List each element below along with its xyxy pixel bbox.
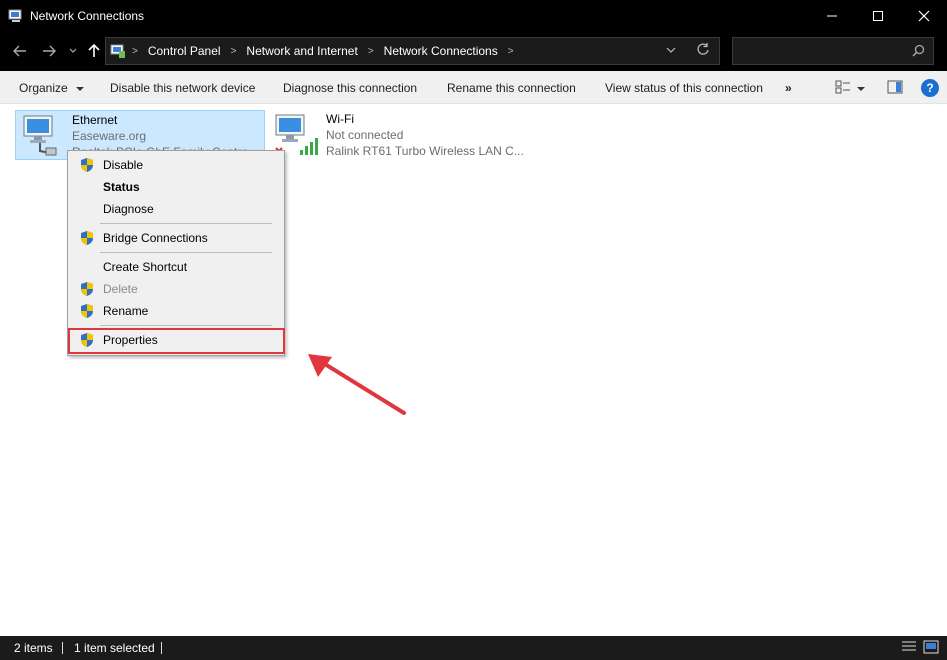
connection-device: Ralink RT61 Turbo Wireless LAN C... (326, 144, 524, 158)
menu-separator (100, 252, 272, 253)
search-icon (912, 44, 925, 60)
connection-name: Wi-Fi (326, 112, 354, 126)
disable-device-button[interactable]: Disable this network device (110, 81, 255, 95)
minimize-icon (827, 15, 837, 16)
connection-name: Ethernet (72, 113, 118, 127)
menu-item-disable[interactable]: Disable (70, 154, 282, 176)
control-panel-icon (110, 43, 126, 59)
close-button[interactable] (901, 0, 947, 31)
refresh-button[interactable] (696, 42, 710, 59)
menu-item-delete: Delete (70, 278, 282, 300)
menu-item-rename[interactable]: Rename (70, 300, 282, 322)
status-divider (62, 642, 63, 654)
menu-item-status[interactable]: Status (70, 176, 282, 198)
menu-item-label: Delete (103, 282, 138, 296)
title-bar: Network Connections (0, 0, 947, 31)
menu-item-label: Create Shortcut (103, 260, 188, 274)
maximize-icon (873, 10, 883, 21)
menu-separator (100, 325, 272, 326)
breadcrumb-network-and-internet[interactable]: Network and Internet (246, 44, 357, 58)
breadcrumb-control-panel[interactable]: Control Panel (148, 44, 221, 58)
details-view-button[interactable] (901, 640, 917, 657)
address-bar[interactable]: > Control Panel > Network and Internet >… (105, 37, 720, 65)
chevron-down-icon (69, 48, 77, 53)
help-button[interactable]: ? (921, 79, 939, 97)
status-bar: 2 items 1 item selected (0, 636, 947, 660)
menu-item-label: Diagnose (103, 202, 154, 216)
breadcrumb-separator-icon[interactable]: > (508, 46, 514, 57)
up-arrow-icon (88, 44, 100, 57)
menu-item-label: Status (103, 180, 140, 194)
item-count: 2 items (14, 641, 53, 655)
view-dropdown-button[interactable] (857, 81, 865, 95)
diagnose-connection-button[interactable]: Diagnose this connection (283, 81, 417, 95)
dropdown-triangle-icon (857, 87, 865, 91)
recent-locations-button[interactable] (63, 41, 83, 61)
forward-arrow-icon (43, 45, 56, 57)
breadcrumb-separator-icon: > (132, 45, 138, 57)
menu-item-label: Disable (103, 158, 144, 172)
rename-connection-button[interactable]: Rename this connection (447, 81, 576, 95)
command-bar: Organize Disable this network device Dia… (0, 71, 947, 104)
menu-item-bridge-connections[interactable]: Bridge Connections (70, 227, 282, 249)
view-options-icon (835, 80, 850, 93)
close-icon (918, 10, 930, 21)
forward-button[interactable] (39, 41, 59, 61)
breadcrumb-separator-icon[interactable]: > (368, 46, 374, 57)
large-icons-view-button[interactable] (923, 640, 939, 657)
large-icons-view-icon (923, 640, 939, 654)
window-controls (809, 0, 947, 31)
preview-pane-icon (887, 80, 903, 93)
view-status-button[interactable]: View status of this connection (605, 81, 763, 95)
organize-label: Organize (19, 81, 68, 95)
annotation-arrow-icon (308, 354, 406, 415)
selection-count: 1 item selected (74, 641, 155, 655)
uac-shield-icon (79, 281, 95, 297)
menu-item-label: Bridge Connections (103, 231, 208, 245)
change-view-button[interactable] (835, 80, 851, 97)
refresh-icon (697, 43, 709, 55)
connection-status: Easeware.org (72, 129, 147, 143)
menu-item-create-shortcut[interactable]: Create Shortcut (70, 256, 282, 278)
more-commands-button[interactable]: » (785, 81, 792, 95)
context-menu: Disable Status Diagnose Bridge Connectio… (67, 150, 285, 356)
ethernet-adapter-icon (20, 113, 60, 160)
help-icon: ? (926, 81, 934, 95)
menu-item-label: Rename (103, 304, 149, 318)
breadcrumb-separator-icon[interactable]: > (231, 46, 237, 57)
back-arrow-icon (13, 45, 26, 57)
uac-shield-icon (79, 303, 95, 319)
uac-shield-icon (79, 230, 95, 246)
status-divider (161, 642, 162, 654)
menu-separator (100, 223, 272, 224)
uac-shield-icon (79, 157, 95, 173)
up-button[interactable] (84, 41, 104, 61)
dropdown-triangle-icon (76, 86, 85, 91)
breadcrumb-network-connections[interactable]: Network Connections (384, 44, 498, 58)
back-button[interactable] (10, 41, 30, 61)
network-connections-app-icon (8, 8, 24, 24)
maximize-button[interactable] (855, 0, 901, 31)
window-title: Network Connections (30, 8, 145, 23)
menu-item-diagnose[interactable]: Diagnose (70, 198, 282, 220)
details-view-icon (902, 641, 916, 651)
search-input[interactable] (732, 37, 934, 65)
chevron-down-icon (666, 47, 676, 53)
properties-highlight-box (68, 328, 285, 354)
preview-pane-button[interactable] (887, 80, 903, 97)
organize-button[interactable]: Organize (19, 81, 85, 95)
connection-status: Not connected (326, 128, 404, 142)
address-dropdown-button[interactable] (666, 43, 676, 57)
minimize-button[interactable] (809, 0, 855, 31)
wifi-connection-item[interactable]: Wi-Fi Not connected Ralink RT61 Turbo Wi… (270, 110, 530, 160)
navigation-bar: > Control Panel > Network and Internet >… (0, 31, 947, 71)
